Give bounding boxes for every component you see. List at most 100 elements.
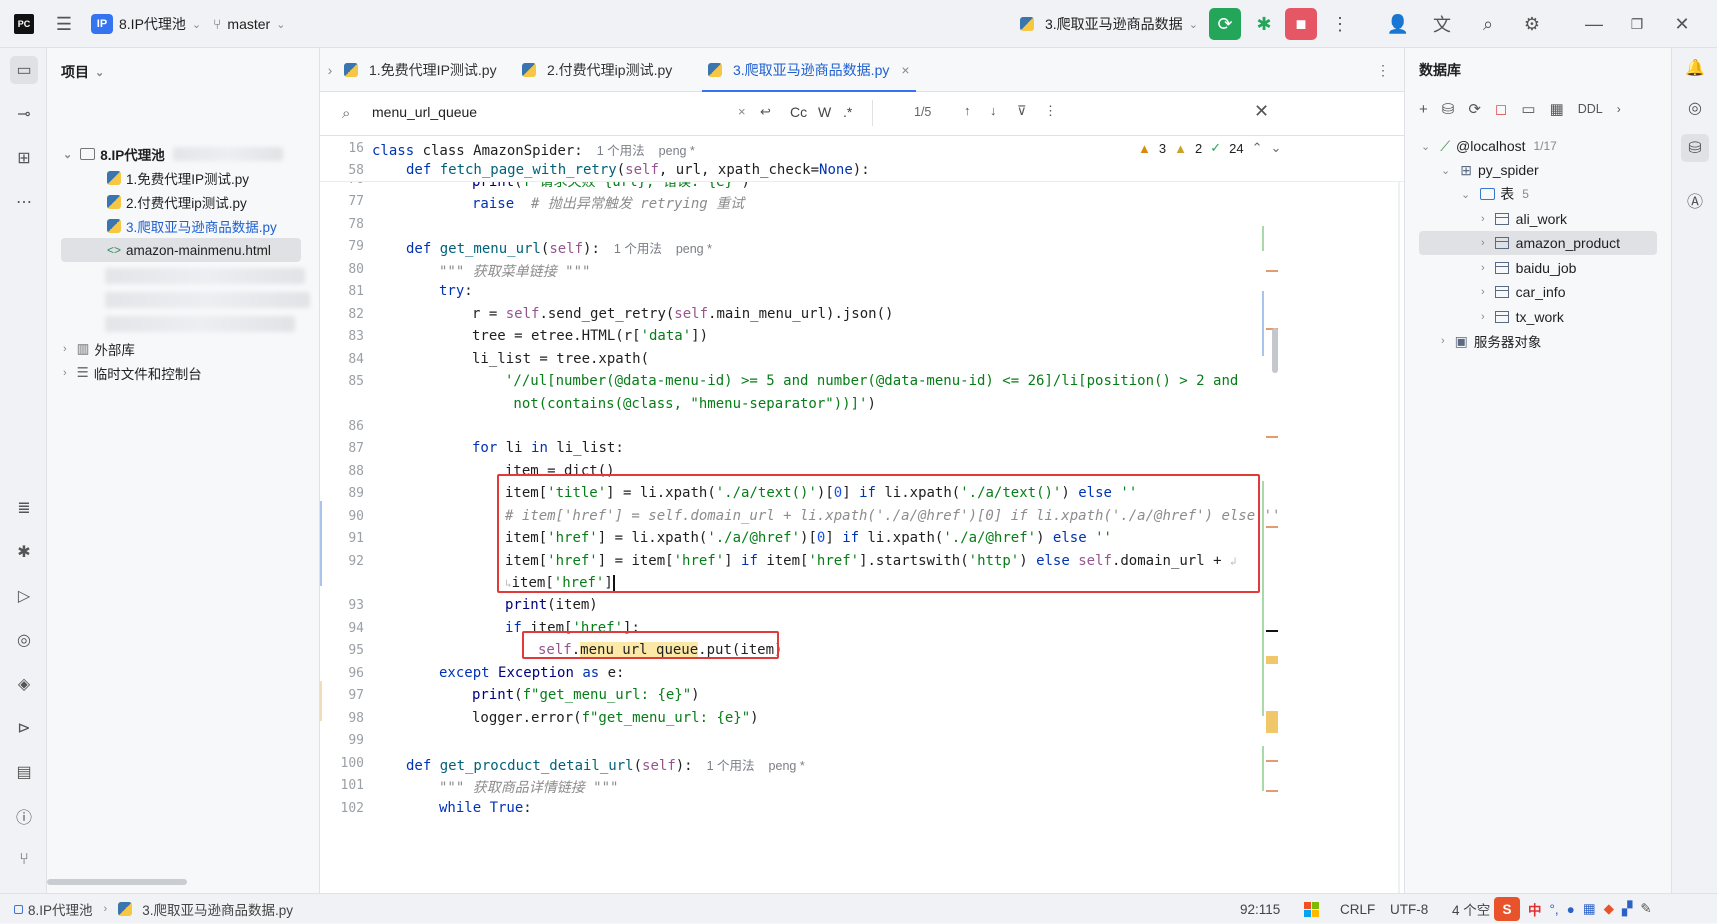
tab-close-icon[interactable]: ×: [901, 62, 909, 78]
indent-setting[interactable]: 4 个空: [1452, 894, 1490, 924]
more-icon[interactable]: ⋮: [1328, 12, 1352, 36]
sogou-icon[interactable]: S: [1494, 897, 1520, 921]
replace-toggle-icon[interactable]: ↩: [760, 104, 771, 120]
next-match-icon[interactable]: ↓: [990, 103, 997, 118]
db-table-item[interactable]: › tx_work: [1481, 305, 1564, 329]
close-find-icon[interactable]: ✕: [1254, 101, 1269, 122]
settings-icon[interactable]: ⚙: [1520, 12, 1544, 36]
caret-position[interactable]: 92:115: [1240, 894, 1280, 924]
python-console-icon[interactable]: ◎: [10, 626, 38, 654]
notifications-icon[interactable]: 🔔: [1681, 54, 1709, 82]
breadcrumb-file[interactable]: 3.爬取亚马逊商品数据.py: [142, 899, 293, 919]
project-switcher[interactable]: IP 8.IP代理池 ⌄: [91, 0, 201, 48]
table-view-icon[interactable]: ▦: [1550, 100, 1564, 118]
file-item-active[interactable]: 3.爬取亚马逊商品数据.py: [107, 214, 277, 238]
filter-icon[interactable]: ⊽: [1017, 103, 1027, 119]
ime-mode[interactable]: 中: [1528, 899, 1542, 919]
db-schema-node[interactable]: ⌄ ⊞ py_spider: [1441, 158, 1539, 182]
tab-file-3-active[interactable]: 3.爬取亚马逊商品数据.py ×: [702, 48, 916, 93]
toolbox-icon[interactable]: ▞: [1622, 901, 1632, 917]
git-icon[interactable]: ⑂: [10, 846, 38, 874]
regex-toggle[interactable]: .*: [843, 104, 852, 120]
tab-file-1[interactable]: 1.免费代理IP测试.py: [344, 48, 497, 92]
scroll-thumb[interactable]: [1272, 328, 1278, 373]
search-icon[interactable]: ⌕: [1476, 12, 1500, 36]
add-icon[interactable]: +: [1419, 101, 1428, 118]
database-tool-icon[interactable]: ≣: [10, 494, 38, 522]
ddl-button[interactable]: DDL: [1578, 102, 1603, 116]
keyboard-icon[interactable]: ▦: [1583, 901, 1596, 917]
commit-icon[interactable]: ⊸: [10, 100, 38, 128]
sciview-icon[interactable]: Ⓐ: [1681, 186, 1709, 214]
file-item[interactable]: 2.付费代理ip测试.py: [107, 190, 247, 214]
breadcrumb-project[interactable]: 8.IP代理池: [28, 899, 93, 919]
external-libraries[interactable]: › ▥ 外部库: [63, 337, 135, 361]
hamburger-icon[interactable]: ☰: [52, 12, 76, 36]
file-item[interactable]: 1.免费代理IP测试.py: [107, 166, 249, 190]
skin-icon[interactable]: ◆: [1604, 901, 1614, 917]
debug-tool-icon[interactable]: ✱: [10, 538, 38, 566]
add-user-icon[interactable]: 👤: [1386, 12, 1410, 36]
error-marker[interactable]: [1266, 270, 1278, 272]
refresh-icon[interactable]: ⟳: [1468, 100, 1481, 118]
branch-switcher[interactable]: ⑂ master ⌄: [213, 0, 285, 48]
punctuation-icon[interactable]: °,: [1550, 902, 1559, 917]
problems-icon[interactable]: ⓘ: [10, 802, 38, 830]
error-marker[interactable]: [1266, 436, 1278, 438]
tab-scroll-left-icon[interactable]: ›: [320, 48, 340, 92]
minimize-icon[interactable]: —: [1582, 12, 1606, 36]
db-table-item[interactable]: › ali_work: [1481, 207, 1567, 231]
next-highlight-icon[interactable]: ⌄: [1271, 140, 1282, 156]
tab-more-icon[interactable]: ⋮: [1376, 48, 1390, 92]
horizontal-scrollbar[interactable]: [47, 879, 187, 885]
microphone-icon[interactable]: ●: [1567, 902, 1575, 917]
layers-icon[interactable]: ◈: [10, 670, 38, 698]
console-icon[interactable]: ▭: [1521, 100, 1535, 118]
debug-icon[interactable]: ✱: [1252, 12, 1276, 36]
code-editor[interactable]: 16 class class AmazonSpider: 1 个用法 peng * …: [320, 136, 1404, 893]
match-case-toggle[interactable]: Cc: [790, 104, 807, 120]
db-server-objects-node[interactable]: › ▣ 服务器对象: [1441, 329, 1541, 353]
db-table-item-selected[interactable]: › amazon_product: [1419, 231, 1657, 255]
error-marker[interactable]: [1266, 760, 1278, 762]
run-tool-icon[interactable]: ▷: [10, 582, 38, 610]
ime-settings-icon[interactable]: ✎: [1640, 901, 1651, 917]
chevron-right-icon[interactable]: ›: [1617, 102, 1621, 116]
file-encoding[interactable]: UTF-8: [1390, 894, 1428, 924]
previous-match-icon[interactable]: ↑: [964, 103, 971, 118]
restore-icon[interactable]: ❐: [1625, 12, 1649, 36]
structure-icon[interactable]: ⊞: [10, 144, 38, 172]
tab-file-2[interactable]: 2.付费代理ip测试.py: [522, 48, 672, 92]
find-more-icon[interactable]: ⋮: [1044, 103, 1057, 119]
search-result-marker[interactable]: [1266, 656, 1278, 664]
file-item-selected[interactable]: <> amazon-mainmenu.html: [61, 238, 301, 262]
terminal-icon[interactable]: ▤: [10, 758, 38, 786]
windows-icon[interactable]: [1304, 894, 1319, 924]
close-icon[interactable]: ✕: [1670, 12, 1694, 36]
find-input[interactable]: menu_url_queue: [372, 104, 732, 120]
prev-highlight-icon[interactable]: ⌃: [1252, 140, 1263, 156]
db-table-item[interactable]: › baidu_job: [1481, 256, 1576, 280]
data-source-icon[interactable]: ⛁: [1442, 100, 1455, 118]
db-host-node[interactable]: ⌄ ⟋ @localhost 1/17: [1421, 134, 1557, 158]
project-root[interactable]: ⌄ 8.IP代理池: [63, 142, 283, 166]
rerun-icon[interactable]: ⟳: [1209, 8, 1241, 40]
scratches-and-consoles[interactable]: › ☰ 临时文件和控制台: [63, 361, 202, 385]
run-config-selector[interactable]: 3.爬取亚马逊商品数据 ⌄: [1020, 0, 1198, 48]
services-icon[interactable]: ⊳: [10, 714, 38, 742]
db-table-item[interactable]: › car_info: [1481, 280, 1565, 304]
app-logo-icon[interactable]: PC: [14, 0, 34, 48]
db-tables-node[interactable]: ⌄ 表 5: [1461, 182, 1529, 206]
project-panel-title[interactable]: 项目 ⌄: [61, 60, 104, 84]
search-result-marker[interactable]: [1266, 711, 1278, 733]
error-marker[interactable]: [1266, 790, 1278, 792]
line-separator[interactable]: CRLF: [1340, 894, 1375, 924]
project-tool-icon[interactable]: ▭: [10, 56, 38, 84]
ai-assistant-icon[interactable]: ◎: [1681, 94, 1709, 122]
more-tools-icon[interactable]: ⋯: [10, 188, 38, 216]
disconnect-icon[interactable]: ◻: [1495, 100, 1507, 118]
whole-word-toggle[interactable]: W: [818, 104, 831, 120]
stop-icon[interactable]: ■: [1285, 8, 1317, 40]
error-marker[interactable]: [1266, 526, 1278, 528]
translate-icon[interactable]: 文: [1430, 12, 1454, 36]
